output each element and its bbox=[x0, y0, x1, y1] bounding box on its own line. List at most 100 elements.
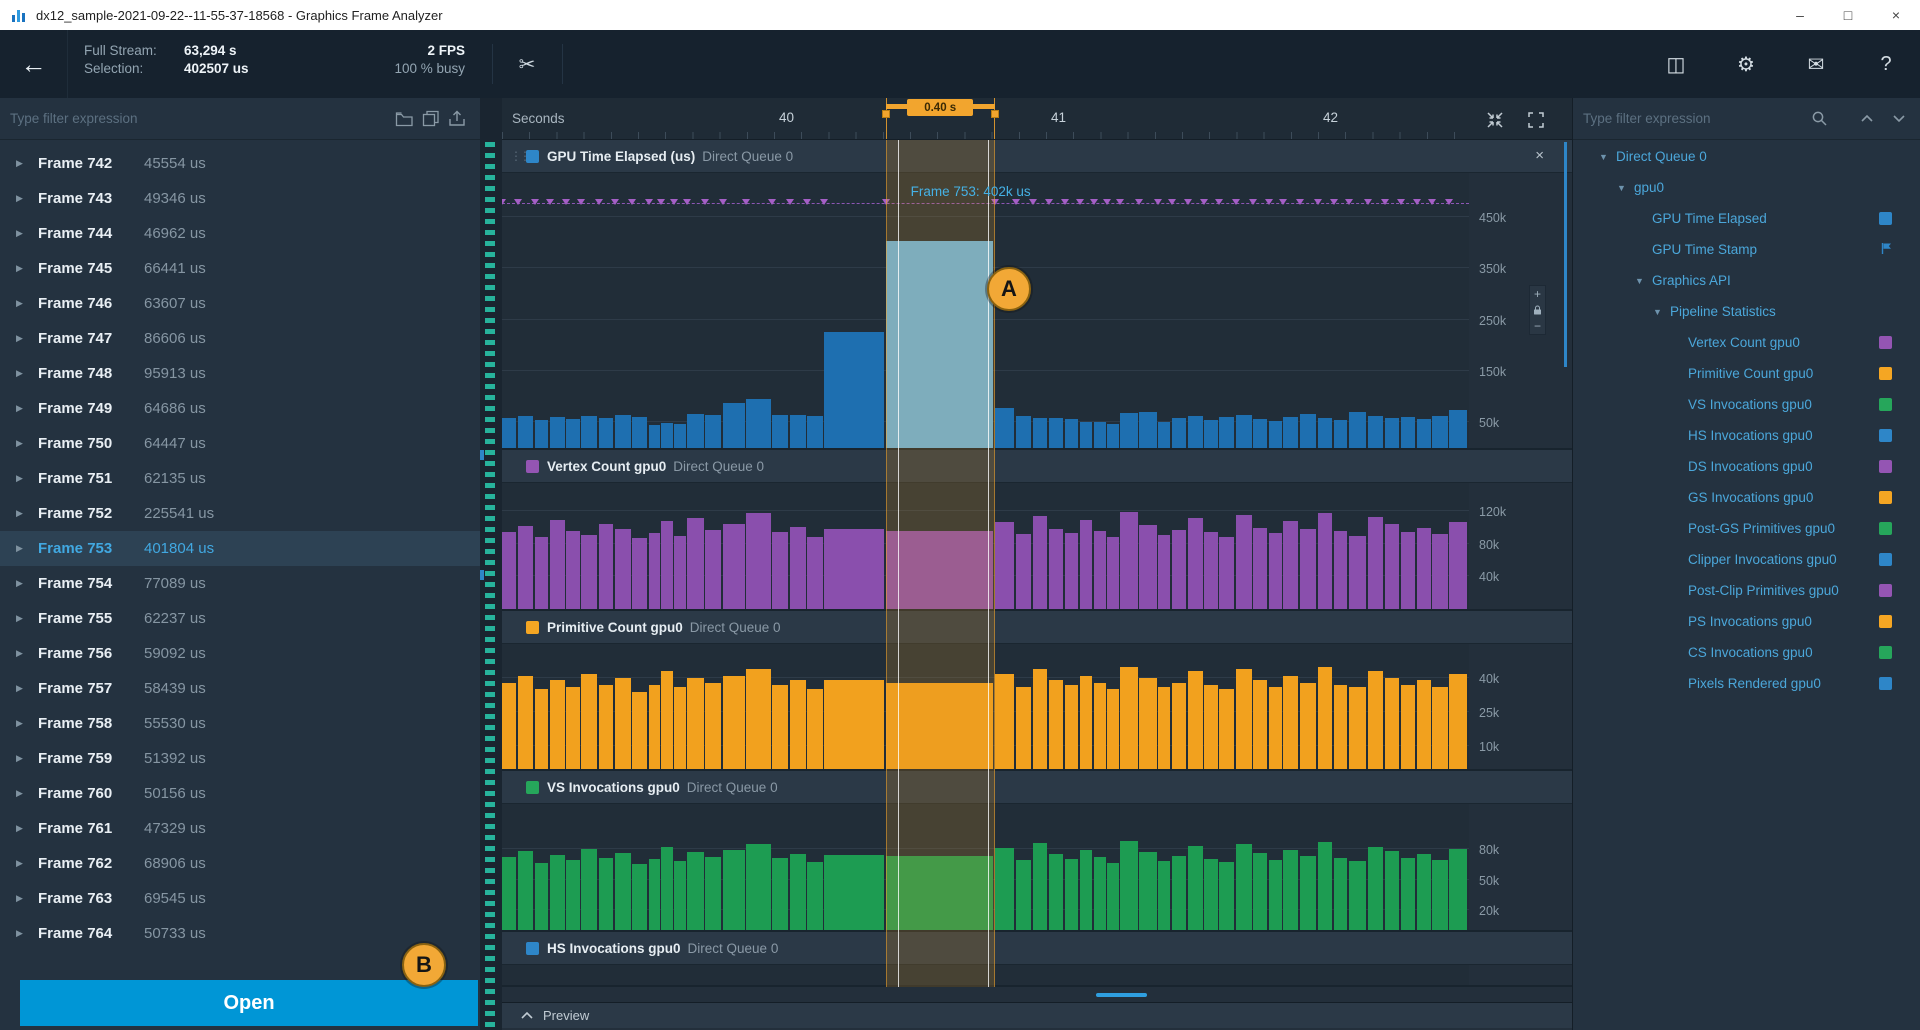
zoom-lock-button[interactable] bbox=[1530, 302, 1545, 318]
expand-caret-icon[interactable]: ▶ bbox=[16, 368, 38, 379]
tree-expand-icon[interactable]: ▼ bbox=[1599, 152, 1616, 162]
tree-item-gs-invocations-gpu0[interactable]: GS Invocations gpu0 bbox=[1573, 482, 1920, 513]
expand-caret-icon[interactable]: ▶ bbox=[16, 193, 38, 204]
timestamp-flag-icon[interactable] bbox=[1880, 242, 1893, 258]
preview-toggle[interactable]: Preview bbox=[502, 1002, 1572, 1028]
frame-row[interactable]: ▶Frame 74663607 us bbox=[0, 286, 480, 321]
time-ruler[interactable]: Seconds 404142 0.40 s bbox=[502, 98, 1572, 140]
expand-caret-icon[interactable]: ▶ bbox=[16, 473, 38, 484]
frame-row[interactable]: ▶Frame 76450733 us bbox=[0, 916, 480, 951]
zoom-out-button[interactable]: − bbox=[1530, 318, 1545, 334]
fullscreen-icon[interactable] bbox=[1523, 109, 1549, 131]
metric-color-swatch[interactable] bbox=[1879, 398, 1892, 411]
tree-item-ds-invocations-gpu0[interactable]: DS Invocations gpu0 bbox=[1573, 451, 1920, 482]
tree-item-post-gs-primitives-gpu0[interactable]: Post-GS Primitives gpu0 bbox=[1573, 513, 1920, 544]
expand-caret-icon[interactable]: ▶ bbox=[16, 893, 38, 904]
selection-left-handle[interactable] bbox=[882, 110, 890, 118]
tree-item-cs-invocations-gpu0[interactable]: CS Invocations gpu0 bbox=[1573, 637, 1920, 668]
tree-expand-icon[interactable]: ▼ bbox=[1635, 276, 1652, 286]
tree-item-ps-invocations-gpu0[interactable]: PS Invocations gpu0 bbox=[1573, 606, 1920, 637]
frame-row[interactable]: ▶Frame 75659092 us bbox=[0, 636, 480, 671]
expand-caret-icon[interactable]: ▶ bbox=[16, 438, 38, 449]
export-icon[interactable] bbox=[444, 108, 470, 129]
metric-color-swatch[interactable] bbox=[1879, 522, 1892, 535]
frame-row[interactable]: ▶Frame 74566441 us bbox=[0, 251, 480, 286]
expand-caret-icon[interactable]: ▶ bbox=[16, 228, 38, 239]
close-track-icon[interactable]: × bbox=[1535, 147, 1544, 164]
expand-caret-icon[interactable]: ▶ bbox=[16, 298, 38, 309]
expand-caret-icon[interactable]: ▶ bbox=[16, 158, 38, 169]
expand-caret-icon[interactable]: ▶ bbox=[16, 508, 38, 519]
expand-caret-icon[interactable]: ▶ bbox=[16, 578, 38, 589]
metric-color-swatch[interactable] bbox=[1879, 460, 1892, 473]
frame-row[interactable]: ▶Frame 75951392 us bbox=[0, 741, 480, 776]
fit-to-view-icon[interactable] bbox=[1482, 109, 1508, 131]
expand-caret-icon[interactable]: ▶ bbox=[16, 263, 38, 274]
expand-caret-icon[interactable]: ▶ bbox=[16, 403, 38, 414]
tree-item-gpu-time-stamp[interactable]: GPU Time Stamp bbox=[1573, 234, 1920, 265]
close-button[interactable]: × bbox=[1872, 0, 1920, 30]
metric-color-swatch[interactable] bbox=[1879, 584, 1892, 597]
chevron-down-icon[interactable] bbox=[1888, 112, 1910, 125]
metric-filter-input[interactable] bbox=[1583, 111, 1807, 126]
frame-row[interactable]: ▶Frame 75562237 us bbox=[0, 601, 480, 636]
frame-row[interactable]: ▶Frame 75477089 us bbox=[0, 566, 480, 601]
metric-color-swatch[interactable] bbox=[1879, 553, 1892, 566]
metric-color-swatch[interactable] bbox=[1879, 429, 1892, 442]
expand-caret-icon[interactable]: ▶ bbox=[16, 858, 38, 869]
expand-caret-icon[interactable]: ▶ bbox=[16, 928, 38, 939]
back-button[interactable]: ← bbox=[0, 30, 68, 98]
horizontal-scrollbar[interactable] bbox=[502, 987, 1572, 1002]
drag-handle-icon[interactable]: ⋮⋮ bbox=[510, 149, 526, 163]
expand-caret-icon[interactable]: ▶ bbox=[16, 543, 38, 554]
report-panel-icon[interactable]: ◫ bbox=[1654, 42, 1698, 86]
frame-list-scrollbar[interactable] bbox=[480, 98, 502, 1030]
expand-caret-icon[interactable]: ▶ bbox=[16, 683, 38, 694]
tree-item-vertex-count-gpu0[interactable]: Vertex Count gpu0 bbox=[1573, 327, 1920, 358]
selection-right-handle[interactable] bbox=[991, 110, 999, 118]
tree-expand-icon[interactable]: ▼ bbox=[1617, 183, 1634, 193]
track-plot-vs[interactable] bbox=[502, 804, 1469, 930]
feedback-mail-icon[interactable]: ✉ bbox=[1794, 42, 1838, 86]
frame-filter-input[interactable] bbox=[10, 111, 391, 126]
metric-color-swatch[interactable] bbox=[1879, 491, 1892, 504]
horizontal-scroll-thumb[interactable] bbox=[1096, 993, 1147, 997]
metric-color-swatch[interactable] bbox=[1879, 677, 1892, 690]
legend-swatch[interactable] bbox=[526, 621, 539, 634]
tree-item-vs-invocations-gpu0[interactable]: VS Invocations gpu0 bbox=[1573, 389, 1920, 420]
metric-color-swatch[interactable] bbox=[1879, 367, 1892, 380]
tree-item-gpu0[interactable]: ▼gpu0 bbox=[1573, 172, 1920, 203]
legend-swatch[interactable] bbox=[526, 942, 539, 955]
tree-item-graphics-api[interactable]: ▼Graphics API bbox=[1573, 265, 1920, 296]
zoom-in-button[interactable]: + bbox=[1530, 286, 1545, 302]
legend-swatch[interactable] bbox=[526, 460, 539, 473]
selection-duration-chip[interactable]: 0.40 s bbox=[907, 99, 973, 116]
help-icon[interactable]: ? bbox=[1864, 42, 1908, 86]
expand-caret-icon[interactable]: ▶ bbox=[16, 823, 38, 834]
frame-row[interactable]: ▶Frame 76050156 us bbox=[0, 776, 480, 811]
tree-item-pixels-rendered-gpu0[interactable]: Pixels Rendered gpu0 bbox=[1573, 668, 1920, 699]
frame-row[interactable]: ▶Frame 74245554 us bbox=[0, 146, 480, 181]
expand-caret-icon[interactable]: ▶ bbox=[16, 718, 38, 729]
legend-swatch[interactable] bbox=[526, 781, 539, 794]
frame-row[interactable]: ▶Frame 75855530 us bbox=[0, 706, 480, 741]
legend-swatch[interactable] bbox=[526, 150, 539, 163]
metric-color-swatch[interactable] bbox=[1879, 615, 1892, 628]
expand-caret-icon[interactable]: ▶ bbox=[16, 648, 38, 659]
frame-row[interactable]: ▶Frame 74446962 us bbox=[0, 216, 480, 251]
frame-row[interactable]: ▶Frame 753401804 us bbox=[0, 531, 480, 566]
tree-item-clipper-invocations-gpu0[interactable]: Clipper Invocations gpu0 bbox=[1573, 544, 1920, 575]
tree-item-gpu-time-elapsed[interactable]: GPU Time Elapsed bbox=[1573, 203, 1920, 234]
maximize-button[interactable]: □ bbox=[1824, 0, 1872, 30]
expand-caret-icon[interactable]: ▶ bbox=[16, 333, 38, 344]
frame-row[interactable]: ▶Frame 75162135 us bbox=[0, 461, 480, 496]
minimize-button[interactable]: – bbox=[1776, 0, 1824, 30]
frame-row[interactable]: ▶Frame 76147329 us bbox=[0, 811, 480, 846]
track-plot-vertex[interactable] bbox=[502, 483, 1469, 609]
expand-caret-icon[interactable]: ▶ bbox=[16, 788, 38, 799]
frame-row[interactable]: ▶Frame 74786606 us bbox=[0, 321, 480, 356]
search-icon[interactable] bbox=[1807, 108, 1832, 129]
open-button[interactable]: Open bbox=[20, 980, 478, 1026]
frame-row[interactable]: ▶Frame 75758439 us bbox=[0, 671, 480, 706]
vertical-scrollbar[interactable] bbox=[1564, 142, 1567, 367]
